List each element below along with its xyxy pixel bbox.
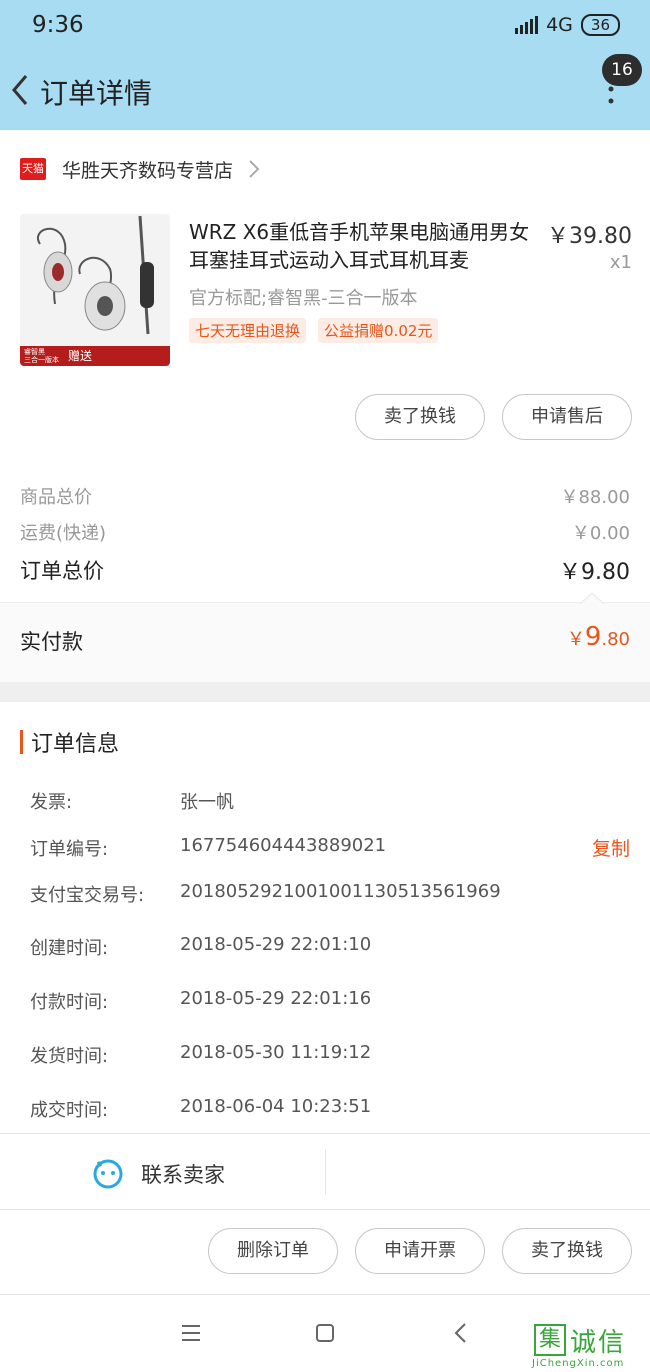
invoice-label: 发票:: [30, 792, 73, 813]
more-options-icon[interactable]: [608, 86, 614, 104]
menu-icon[interactable]: [176, 1318, 206, 1348]
home-icon[interactable]: [310, 1318, 340, 1348]
top-bar: 9:36 4G 36 订单详情 16: [0, 0, 650, 130]
divider: [0, 1209, 650, 1210]
watermark-mark: 集: [534, 1324, 566, 1356]
paid-amount-box: [0, 602, 650, 682]
chevron-right-icon: [249, 160, 260, 178]
return-policy-tag: 七天无理由退换: [189, 318, 307, 343]
shipping-value: ￥0.00: [571, 523, 630, 544]
chat-face-icon: [93, 1159, 123, 1189]
store-name[interactable]: 华胜天齐数码专营店: [62, 156, 233, 183]
shipping-label: 运费(快递): [20, 523, 107, 544]
page-title: 订单详情: [40, 77, 153, 110]
order-info-title: 订单信息: [31, 732, 120, 757]
alipay-trade-label: 支付宝交易号:: [30, 885, 145, 906]
invoice-value: 张一帆: [180, 792, 234, 813]
back-arrow-icon[interactable]: [6, 70, 40, 110]
vertical-divider: [325, 1149, 326, 1195]
earphone-image: [37, 215, 154, 335]
product-title[interactable]: WRZ X6重低音手机苹果电脑通用男女耳塞挂耳式运动入耳式耳机耳麦: [189, 218, 539, 274]
tmall-logo: 天猫: [20, 158, 46, 180]
goods-total-value: ￥88.00: [560, 487, 630, 508]
paid-integer: 9: [584, 622, 602, 652]
product-image[interactable]: 睿智黑 三合一版本 赠送: [20, 214, 170, 366]
divider: [0, 1294, 650, 1295]
shipped-time-label: 发货时间:: [30, 1046, 109, 1067]
order-number-label: 订单编号:: [30, 839, 109, 860]
goods-total-label: 商品总价: [20, 487, 92, 508]
order-total-label: 订单总价: [20, 559, 104, 583]
after-sales-button[interactable]: 申请售后: [502, 394, 632, 440]
caret-up-icon: [580, 592, 604, 604]
watermark-logo: 集 诚信 JiChengXin.com: [532, 1318, 650, 1372]
accent-bar: [20, 730, 23, 754]
paid-currency: ￥: [566, 629, 585, 650]
completed-time-value: 2018-06-04 10:23:51: [180, 1096, 372, 1117]
shipped-time-value: 2018-05-30 11:19:12: [180, 1042, 372, 1063]
section-gap: [0, 682, 650, 702]
notification-badge: 16: [602, 54, 642, 86]
paid-decimal: .80: [601, 629, 630, 650]
contact-seller-row[interactable]: 联系卖家: [0, 1133, 650, 1209]
created-time-label: 创建时间:: [30, 938, 109, 959]
status-indicators: 4G 36: [515, 14, 620, 36]
alipay-trade-value: 2018052921001001130513561969: [180, 881, 501, 902]
product-quantity: x1: [609, 252, 632, 273]
back-nav-icon[interactable]: [446, 1318, 476, 1348]
product-tags: 七天无理由退换 公益捐赠0.02元: [189, 318, 439, 343]
order-info-header: 订单信息: [20, 726, 119, 758]
store-row[interactable]: 天猫 华胜天齐数码专营店: [0, 138, 650, 200]
paid-time-label: 付款时间:: [30, 992, 109, 1013]
order-number-value: 167754604443889021: [180, 835, 387, 856]
product-spec: 官方标配;睿智黑-三合一版本: [189, 288, 418, 309]
paid-label: 实付款: [20, 630, 83, 654]
watermark-url: JiChengXin.com: [532, 1358, 625, 1369]
banner-gift-text: 赠送: [68, 349, 93, 363]
created-time-value: 2018-05-29 22:01:10: [180, 934, 372, 955]
contact-seller-label[interactable]: 联系卖家: [141, 1159, 225, 1189]
order-total-value: ￥9.80: [559, 560, 630, 585]
paid-time-value: 2018-05-29 22:01:16: [180, 988, 372, 1009]
banner-variant-text: 睿智黑 三合一版本: [24, 348, 59, 364]
charity-tag: 公益捐赠0.02元: [318, 318, 439, 343]
battery-icon: 36: [580, 14, 620, 36]
delete-order-button[interactable]: 删除订单: [208, 1228, 338, 1274]
copy-button[interactable]: 复制: [592, 834, 630, 861]
completed-time-label: 成交时间:: [30, 1100, 109, 1121]
product-price: ￥39.80: [547, 224, 632, 249]
paid-value: ￥9.80: [567, 622, 630, 652]
status-time: 9:36: [32, 12, 84, 38]
request-invoice-button[interactable]: 申请开票: [355, 1228, 485, 1274]
sell-for-cash-bottom-button[interactable]: 卖了换钱: [502, 1228, 632, 1274]
watermark-text: 诚信: [570, 1328, 627, 1358]
sell-for-cash-button[interactable]: 卖了换钱: [355, 394, 485, 440]
network-type: 4G: [546, 14, 573, 36]
signal-icon: [515, 16, 539, 34]
